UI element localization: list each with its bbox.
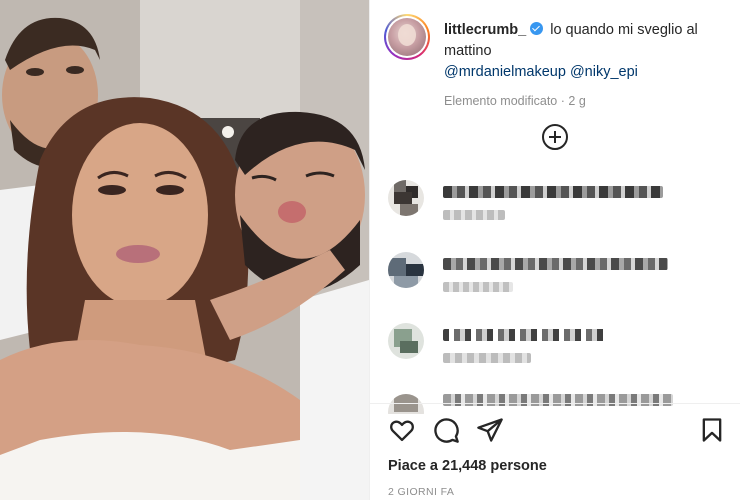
edited-age: 2 g	[568, 94, 586, 108]
comment-text-pixelated	[443, 258, 668, 270]
paper-plane-icon[interactable]	[476, 416, 504, 444]
comment-text-pixelated	[443, 186, 663, 198]
post-date[interactable]: 2 GIORNI FA	[388, 486, 454, 498]
actions-divider	[370, 403, 740, 404]
comment-avatar-pixelated	[388, 180, 424, 216]
comment-item	[388, 180, 728, 240]
heart-icon[interactable]	[388, 416, 416, 444]
comment-meta-pixelated	[443, 282, 513, 292]
comment-avatar-pixelated	[388, 252, 424, 288]
comment-text-pixelated	[443, 394, 673, 406]
post-side-panel: littlecrumb_ lo quando mi sveglio al mat…	[369, 0, 740, 500]
comment-avatar-pixelated	[388, 394, 424, 414]
caption-text-block: littlecrumb_ lo quando mi sveglio al mat…	[444, 20, 734, 83]
caption-mentions[interactable]: @mrdanielmakeup @niky_epi	[444, 64, 638, 80]
bookmark-icon[interactable]	[698, 416, 726, 444]
selfie-photo	[0, 0, 369, 500]
author-username[interactable]: littlecrumb_	[444, 22, 526, 38]
comment-meta-pixelated	[443, 210, 505, 220]
comment-item	[388, 252, 728, 312]
post-meta: Elemento modificato · 2 g	[444, 94, 586, 108]
comment-bubble-icon[interactable]	[432, 416, 460, 444]
verified-badge-icon	[530, 22, 544, 35]
post-actions-bar	[388, 416, 728, 444]
avatar-image	[388, 18, 426, 56]
edited-label: Elemento modificato	[444, 94, 558, 108]
comment-item	[388, 390, 728, 414]
post-image[interactable]	[0, 0, 369, 500]
comment-avatar-pixelated	[388, 323, 424, 359]
likes-count[interactable]: Piace a 21,448 persone	[388, 458, 547, 474]
plus-circle-icon[interactable]	[542, 124, 568, 150]
author-avatar[interactable]	[384, 14, 430, 60]
comment-meta-pixelated	[443, 353, 531, 363]
comment-text-pixelated	[443, 329, 608, 341]
comment-item	[388, 323, 728, 383]
